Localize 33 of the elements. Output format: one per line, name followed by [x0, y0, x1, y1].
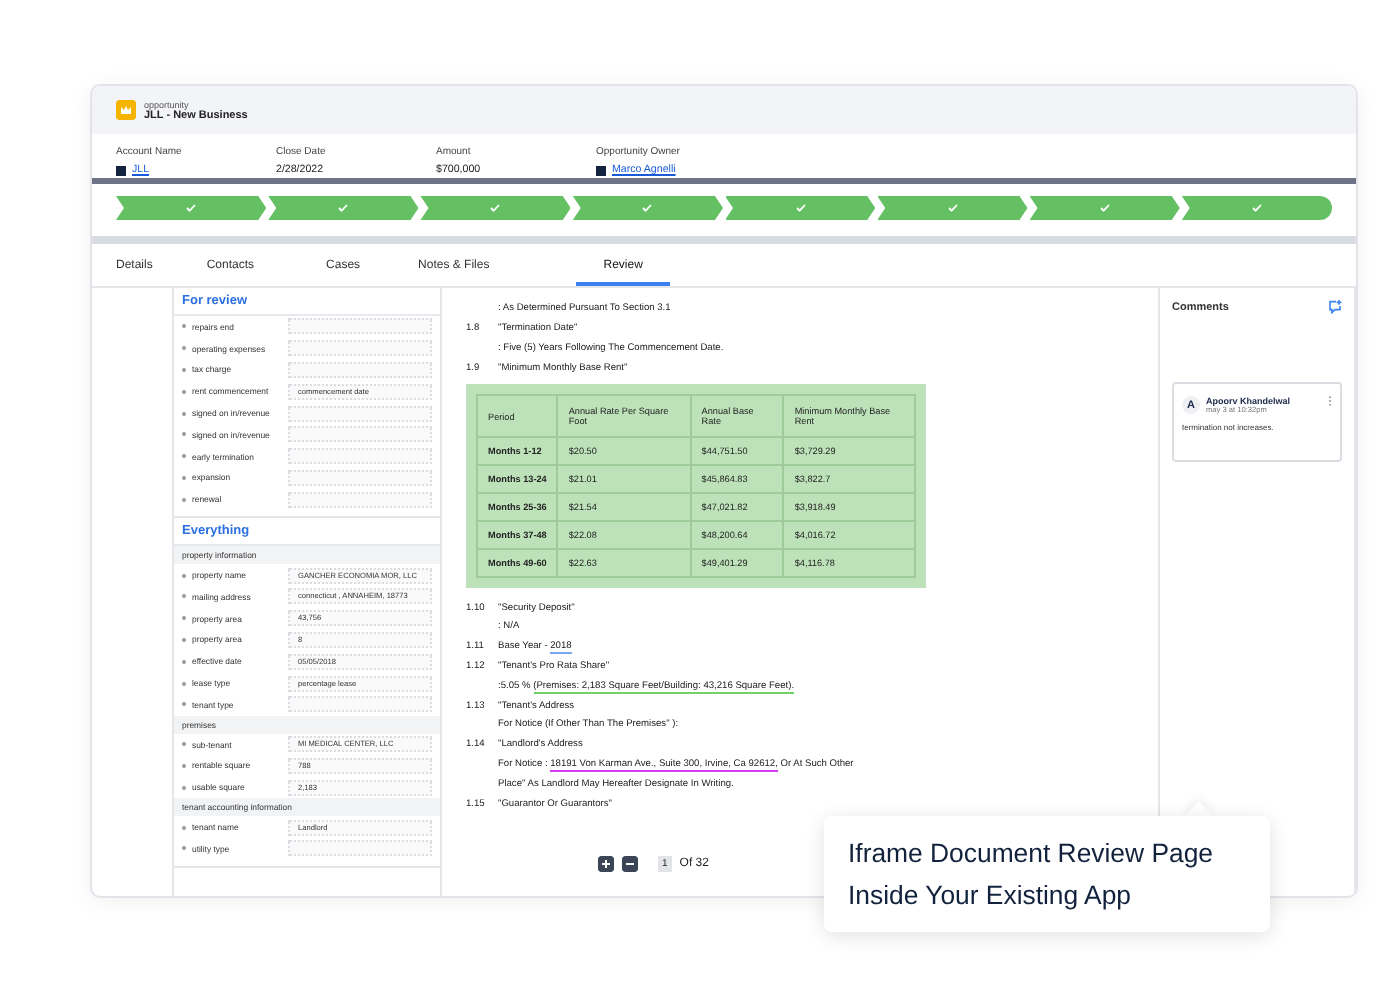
path-step[interactable] [1029, 196, 1180, 220]
callout-text: Iframe Document Review Page Inside Your Existing App [848, 836, 1216, 914]
field-input[interactable] [288, 491, 432, 508]
field-input[interactable] [288, 840, 432, 857]
account-icon [116, 165, 126, 175]
user-avatar-icon [596, 165, 606, 175]
zoom-in-icon[interactable] [598, 856, 614, 872]
field-input[interactable] [288, 318, 432, 335]
check-icon [1099, 204, 1110, 212]
path-step[interactable] [268, 196, 419, 220]
field-input[interactable] [288, 448, 432, 465]
zoom-out-icon[interactable] [622, 856, 638, 872]
check-icon [795, 204, 806, 212]
check-icon [1251, 204, 1262, 212]
path-step[interactable] [572, 196, 723, 220]
field-input[interactable] [288, 405, 432, 422]
check-icon [490, 204, 501, 212]
crown-icon [116, 100, 136, 120]
path-step[interactable] [116, 196, 267, 220]
path-step[interactable] [725, 196, 876, 220]
field-input[interactable] [288, 426, 432, 443]
field-input[interactable] [288, 696, 432, 713]
check-icon [186, 204, 197, 212]
path-step[interactable] [420, 196, 571, 220]
check-icon [947, 204, 958, 212]
field-input[interactable] [288, 361, 432, 378]
check-icon [338, 204, 349, 212]
path-step[interactable] [877, 196, 1028, 220]
path-step[interactable] [1181, 196, 1332, 220]
check-icon [642, 204, 653, 212]
field-input[interactable] [288, 469, 432, 486]
field-input[interactable] [288, 340, 432, 357]
add-comment-icon[interactable] [1328, 300, 1342, 314]
